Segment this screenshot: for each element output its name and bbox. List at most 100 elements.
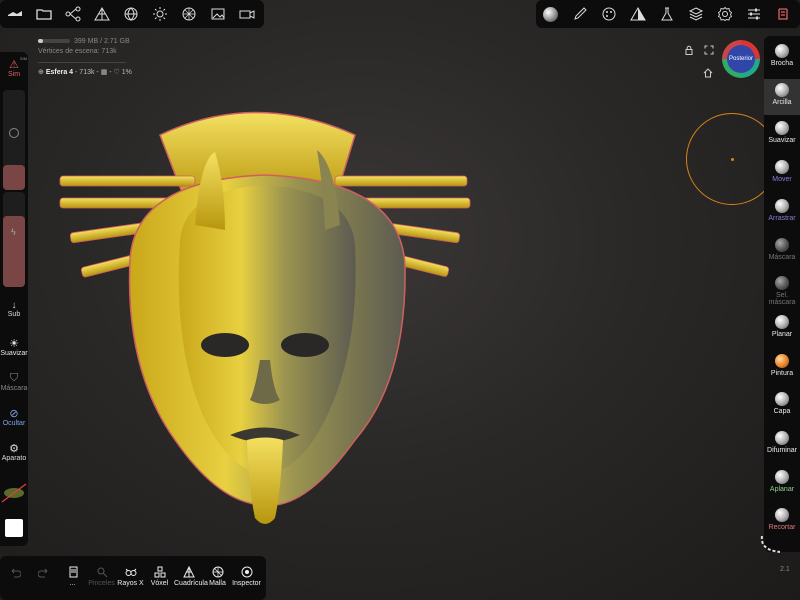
- home-icon[interactable]: [703, 65, 713, 78]
- right-tool-label: Suavizar: [768, 137, 796, 145]
- material-icon[interactable]: [174, 0, 203, 28]
- gear-icon[interactable]: [710, 0, 739, 28]
- bottom-tool-voxel[interactable]: Vóxel: [145, 556, 174, 596]
- left-tool-gizmo[interactable]: ⚙ Aparato: [0, 442, 28, 462]
- bottom-tool-search[interactable]: Pinceles: [87, 556, 116, 596]
- bottom-tool-label: Pinceles: [88, 580, 115, 587]
- left-tool-label: Aparato: [1, 455, 27, 462]
- image-icon[interactable]: [203, 0, 232, 28]
- bottom-tool-inspector[interactable]: Inspector: [232, 556, 261, 596]
- arrow-down-icon: ↓: [11, 300, 17, 311]
- color-swatch[interactable]: [5, 519, 23, 537]
- difuminar-icon: [775, 431, 789, 445]
- bottom-tool-label: Cuadrícula: [174, 580, 208, 587]
- right-tool-aplanar[interactable]: Aplanar: [764, 466, 800, 502]
- shading-icon[interactable]: [623, 0, 652, 28]
- lock-icon[interactable]: [684, 42, 694, 55]
- right-tool-label: Aplanar: [769, 485, 795, 493]
- redo-icon: [29, 556, 58, 578]
- right-tool-mover[interactable]: Mover: [764, 156, 800, 192]
- folder-icon[interactable]: [29, 0, 58, 28]
- right-tool-label: Arrastrar: [768, 214, 796, 222]
- document-icon: [58, 556, 87, 578]
- right-tool-label: Brocha: [770, 60, 794, 67]
- stats-divider: [38, 62, 126, 63]
- scene-icon[interactable]: [58, 0, 87, 28]
- symmetry-badge: SIM: [19, 56, 27, 61]
- layers-icon[interactable]: [681, 0, 710, 28]
- topology-icon[interactable]: [87, 0, 116, 28]
- radius-slider-fill: [3, 165, 25, 190]
- right-tool-arcilla[interactable]: Arcilla: [764, 78, 800, 115]
- radius-slider[interactable]: [3, 90, 25, 190]
- memory-progress: [38, 39, 70, 44]
- menu-icon[interactable]: [0, 0, 29, 28]
- sculpt-model[interactable]: [55, 90, 475, 530]
- intensity-slider[interactable]: ϟ: [3, 192, 25, 287]
- planar-icon: [775, 314, 789, 329]
- panel-toggle-icon[interactable]: [768, 0, 797, 28]
- bottom-tool-grid[interactable]: Cuadrícula: [174, 556, 208, 596]
- flask-icon[interactable]: [652, 0, 681, 28]
- bottom-tool-mesh[interactable]: Malla: [203, 556, 232, 596]
- bottom-tool-label: ...: [69, 580, 76, 587]
- right-tool-planar[interactable]: Planar: [764, 311, 800, 347]
- right-tool-sel-máscara[interactable]: Sel. máscara: [764, 272, 800, 308]
- intensity-icon: ϟ: [11, 227, 16, 237]
- left-tool-mask[interactable]: ⛉ Máscara: [0, 372, 28, 392]
- right-tool-arrastrar[interactable]: Arrastrar: [764, 195, 800, 231]
- view-gizmo[interactable]: Posterior: [722, 40, 760, 78]
- top-left-toolbar: [0, 0, 264, 28]
- color-swatch-stroke[interactable]: [0, 482, 28, 504]
- bottom-tool-document[interactable]: ...: [58, 556, 87, 596]
- light-icon[interactable]: [145, 0, 174, 28]
- pintura-icon: [775, 353, 789, 368]
- object-info[interactable]: ⊕ Esfera 4 - 713k - ▦ - ♡ 1%: [38, 68, 132, 76]
- bottom-tool-undo[interactable]: [0, 556, 29, 596]
- left-tool-smooth[interactable]: ☀ Suavizar: [0, 337, 28, 357]
- radius-icon: [9, 128, 19, 138]
- bottom-tool-xray[interactable]: Rayos X: [116, 556, 145, 596]
- aplanar-icon: [775, 469, 789, 484]
- capa-icon: [775, 392, 789, 407]
- right-tool-máscara[interactable]: Máscara: [764, 234, 800, 270]
- palette-icon[interactable]: [594, 0, 623, 28]
- right-tool-label: Pintura: [770, 369, 794, 377]
- gizmo-icon: ⚙: [9, 443, 19, 455]
- right-tool-suavizar[interactable]: Suavizar: [764, 117, 800, 153]
- matcap-sphere-icon[interactable]: [536, 0, 565, 28]
- bottom-tool-redo[interactable]: [29, 556, 58, 596]
- object-details: - 713k - ▦ - ♡ 1%: [75, 69, 132, 76]
- left-tool-label: Máscara: [0, 385, 28, 392]
- bottom-tool-label: Malla: [209, 580, 226, 587]
- máscara-icon: [775, 237, 789, 252]
- right-tool-label: Capa: [773, 408, 791, 416]
- mover-icon: [775, 160, 789, 175]
- symmetry-label: Sim: [7, 71, 21, 78]
- right-tool-difuminar[interactable]: Difuminar: [764, 427, 800, 463]
- undo-icon: [0, 556, 29, 578]
- globe-icon[interactable]: [116, 0, 145, 28]
- bottom-toolbar: ... Pinceles Rayos X Vóxel Cuadrícula Malla In…: [0, 556, 266, 600]
- right-tool-pintura[interactable]: Pintura: [764, 350, 800, 386]
- left-tool-hide[interactable]: ⊘ Ocultar: [0, 407, 28, 427]
- arrastrar-icon: [775, 198, 789, 213]
- gizmo-label: Posterior: [727, 45, 755, 73]
- sliders-icon[interactable]: [739, 0, 768, 28]
- right-tool-label: Máscara: [768, 253, 796, 261]
- right-tool-label: Sel. máscara: [768, 292, 796, 307]
- right-tool-brocha[interactable]: Brocha: [764, 40, 800, 76]
- search-icon: [87, 556, 116, 578]
- pen-icon[interactable]: [565, 0, 594, 28]
- fullscreen-icon[interactable]: [704, 42, 714, 55]
- stroke-curve-icon[interactable]: [758, 534, 782, 556]
- subdivide-button[interactable]: ↓ Sub: [0, 300, 28, 318]
- camera-icon[interactable]: [232, 0, 261, 28]
- vertices-readout: Vértices de escena: 713k: [38, 48, 117, 55]
- right-tool-label: Mover: [772, 176, 792, 184]
- right-tool-capa[interactable]: Capa: [764, 388, 800, 424]
- symmetry-button[interactable]: ⚠ Sim SIM: [0, 56, 28, 78]
- smooth-icon: ☀: [9, 338, 19, 350]
- brush-cursor-center: [731, 158, 734, 161]
- right-tool-label: Arcilla: [772, 98, 792, 106]
